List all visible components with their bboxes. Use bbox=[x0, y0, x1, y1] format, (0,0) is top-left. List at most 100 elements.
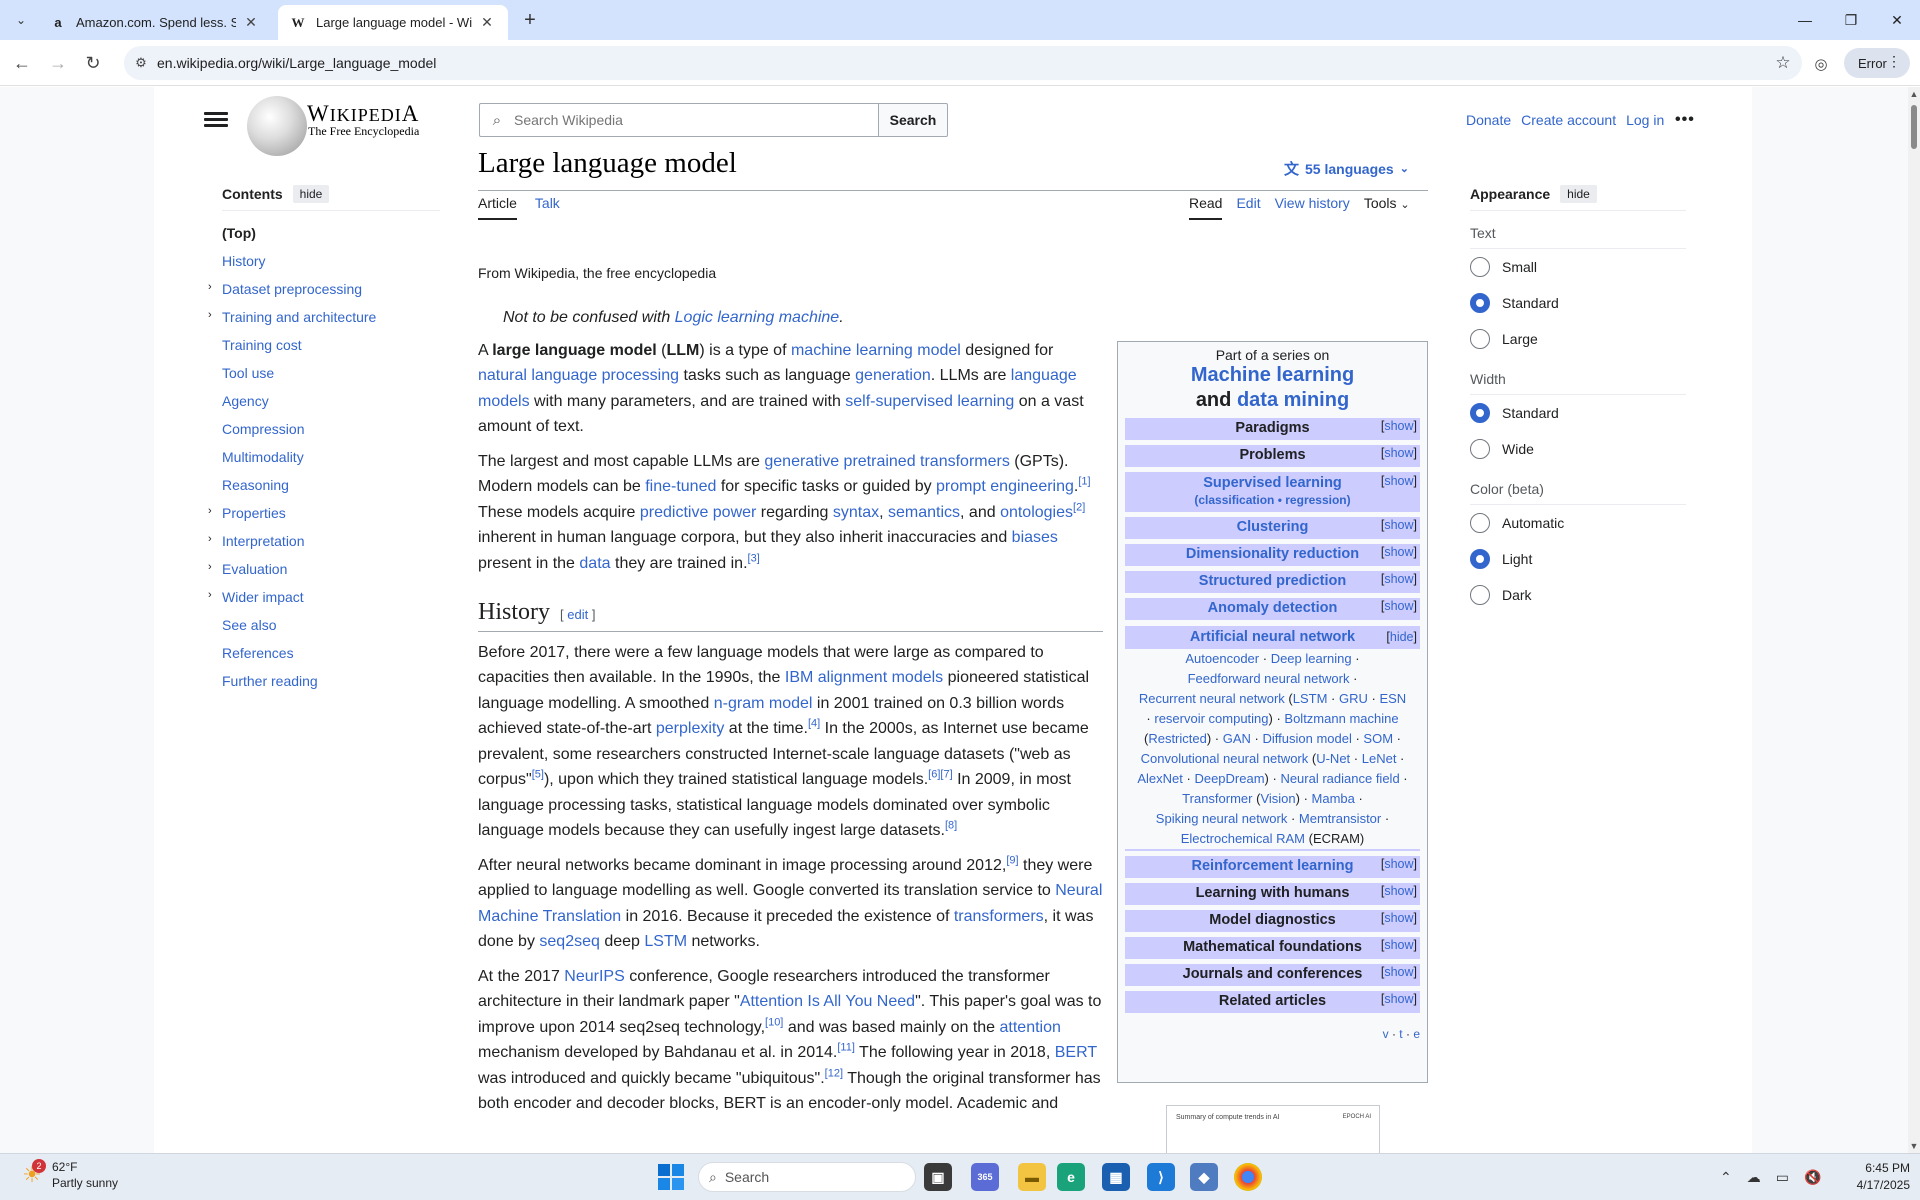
scrollbar-thumb[interactable] bbox=[1911, 105, 1917, 149]
toc-item[interactable]: › Interpretation bbox=[208, 533, 440, 561]
network-icon[interactable]: ▭ bbox=[1776, 1169, 1789, 1186]
link-lstm[interactable]: LSTM bbox=[644, 933, 687, 950]
link-predictive-power[interactable]: predictive power bbox=[640, 504, 757, 521]
sidebar-title-link[interactable]: data mining bbox=[1237, 389, 1349, 411]
radio-unchecked-icon[interactable] bbox=[1470, 439, 1490, 459]
show-toggle[interactable]: show bbox=[1384, 884, 1413, 898]
radio-checked-icon[interactable] bbox=[1470, 403, 1490, 423]
expand-chevron-icon[interactable]: › bbox=[208, 309, 212, 321]
store-icon[interactable]: ▦ bbox=[1102, 1163, 1130, 1191]
sidebar-title-link[interactable]: Machine learning bbox=[1191, 364, 1354, 386]
radio-unchecked-icon[interactable] bbox=[1470, 513, 1490, 533]
toc-item-label[interactable]: Multimodality bbox=[222, 449, 304, 465]
wikipedia-globe-logo[interactable] bbox=[247, 96, 307, 156]
error-menu-button[interactable]: Error ⋮ bbox=[1844, 48, 1910, 78]
search-button[interactable]: Search bbox=[878, 103, 948, 137]
clock[interactable]: 6:45 PM 4/17/2025 bbox=[1836, 1160, 1910, 1194]
toc-item[interactable]: Multimodality bbox=[222, 449, 440, 477]
ann-link[interactable]: U-Net bbox=[1316, 751, 1350, 766]
address-bar[interactable]: ⚙ en.wikipedia.org/wiki/Large_language_m… bbox=[124, 46, 1802, 80]
sidebar-row[interactable]: Dimensionality reduction [show] bbox=[1125, 544, 1420, 566]
link-attention-paper[interactable]: Attention Is All You Need bbox=[740, 993, 915, 1010]
radio-option[interactable]: Automatic bbox=[1470, 505, 1686, 541]
link-semantics[interactable]: semantics bbox=[888, 504, 960, 521]
ann-link[interactable]: Memtransistor bbox=[1299, 811, 1381, 826]
ann-link[interactable]: SOM bbox=[1363, 731, 1393, 746]
link-fine-tuned[interactable]: fine-tuned bbox=[645, 478, 716, 495]
browser-tab-wikipedia[interactable]: W Large language model - Wikipedia ✕ bbox=[278, 5, 508, 40]
appearance-hide-button[interactable]: hide bbox=[1560, 185, 1597, 203]
tab-search-chevron-icon[interactable]: ⌄ bbox=[8, 8, 34, 32]
browser-tab-amazon[interactable]: a Amazon.com. Spend less. Smile more. ✕ bbox=[38, 5, 272, 40]
link-attention[interactable]: attention bbox=[1000, 1019, 1061, 1036]
toc-item-label[interactable]: Interpretation bbox=[222, 533, 305, 549]
login-link[interactable]: Log in bbox=[1626, 112, 1664, 128]
edit-template-link[interactable]: e bbox=[1413, 1027, 1420, 1041]
sidebar-sub-link[interactable]: regression bbox=[1285, 493, 1346, 507]
ann-link[interactable]: Transformer bbox=[1182, 791, 1252, 806]
chrome-icon[interactable] bbox=[1234, 1163, 1262, 1191]
sidebar-row-label[interactable]: Supervised learning bbox=[1203, 475, 1342, 491]
ann-link[interactable]: Autoencoder bbox=[1185, 651, 1259, 666]
ann-link[interactable]: LSTM bbox=[1293, 691, 1328, 706]
forward-arrow-icon[interactable]: → bbox=[44, 49, 72, 77]
link-bert[interactable]: BERT bbox=[1055, 1044, 1097, 1061]
ann-link[interactable]: Mamba bbox=[1312, 791, 1355, 806]
link-neurips[interactable]: NeurIPS bbox=[564, 968, 624, 985]
main-menu-icon[interactable] bbox=[204, 109, 228, 131]
citation-link[interactable]: [7] bbox=[940, 769, 952, 781]
link-syntax[interactable]: syntax bbox=[833, 504, 879, 521]
create-account-link[interactable]: Create account bbox=[1521, 112, 1616, 128]
expand-chevron-icon[interactable]: › bbox=[208, 281, 212, 293]
citation-link[interactable]: [8] bbox=[945, 820, 957, 832]
ann-link[interactable]: Electrochemical RAM bbox=[1181, 831, 1305, 846]
new-tab-plus-icon[interactable]: + bbox=[516, 8, 544, 32]
radio-option[interactable]: Small bbox=[1470, 249, 1686, 285]
citation-link[interactable]: [2] bbox=[1073, 501, 1085, 513]
ann-link[interactable]: Spiking neural network bbox=[1156, 811, 1288, 826]
tab-tools[interactable]: Tools ⌄ bbox=[1364, 195, 1410, 220]
show-toggle[interactable]: show bbox=[1384, 572, 1413, 586]
tab-talk[interactable]: Talk bbox=[535, 195, 560, 220]
sidebar-row-label[interactable]: Clustering bbox=[1237, 519, 1309, 535]
citation-link[interactable]: [4] bbox=[808, 718, 820, 730]
donate-link[interactable]: Donate bbox=[1466, 112, 1511, 128]
ann-link[interactable]: AlexNet bbox=[1137, 771, 1183, 786]
ann-link[interactable]: Neural radiance field bbox=[1280, 771, 1399, 786]
sidebar-row[interactable]: Reinforcement learning [show] bbox=[1125, 856, 1420, 878]
tab-edit[interactable]: Edit bbox=[1236, 195, 1260, 220]
ann-link[interactable]: GRU bbox=[1339, 691, 1368, 706]
hide-toggle[interactable]: hide bbox=[1390, 630, 1414, 644]
volume-muted-icon[interactable]: 🔇 bbox=[1804, 1169, 1821, 1186]
bookmark-star-icon[interactable]: ☆ bbox=[1772, 52, 1794, 74]
section-edit-link[interactable]: edit bbox=[567, 607, 588, 622]
link-prompt-engineering[interactable]: prompt engineering bbox=[936, 478, 1074, 495]
toc-item-label[interactable]: References bbox=[222, 645, 294, 661]
back-arrow-icon[interactable]: ← bbox=[8, 49, 36, 77]
citation-link[interactable]: [12] bbox=[825, 1067, 843, 1079]
show-toggle[interactable]: show bbox=[1384, 446, 1413, 460]
minimize-icon[interactable]: — bbox=[1782, 0, 1828, 40]
radio-option[interactable]: Standard bbox=[1470, 395, 1686, 431]
expand-chevron-icon[interactable]: › bbox=[208, 533, 212, 545]
sidebar-row[interactable]: Model diagnostics [show] bbox=[1125, 910, 1420, 932]
sidebar-row[interactable]: Anomaly detection [show] bbox=[1125, 598, 1420, 620]
sidebar-row[interactable]: Learning with humans [show] bbox=[1125, 883, 1420, 905]
show-toggle[interactable]: show bbox=[1384, 938, 1413, 952]
toc-item-label[interactable]: Training cost bbox=[222, 337, 302, 353]
link-ngram[interactable]: n-gram model bbox=[714, 695, 813, 712]
citation-link[interactable]: [1] bbox=[1078, 476, 1090, 488]
ann-link[interactable]: Deep learning bbox=[1271, 651, 1352, 666]
sidebar-row[interactable]: Paradigms [show] bbox=[1125, 418, 1420, 440]
radio-checked-icon[interactable] bbox=[1470, 293, 1490, 313]
view-template-link[interactable]: v bbox=[1383, 1027, 1389, 1041]
toc-item[interactable]: › Evaluation bbox=[208, 561, 440, 589]
ann-link[interactable]: LeNet bbox=[1362, 751, 1397, 766]
ann-link[interactable]: Vision bbox=[1260, 791, 1295, 806]
toc-item[interactable]: › Wider impact bbox=[208, 589, 440, 617]
toc-item-label[interactable]: Wider impact bbox=[222, 589, 304, 605]
radio-option[interactable]: Wide bbox=[1470, 431, 1686, 467]
toc-item[interactable]: (Top) bbox=[222, 225, 440, 253]
scroll-up-arrow-icon[interactable]: ▲ bbox=[1908, 89, 1920, 99]
toc-hide-button[interactable]: hide bbox=[292, 185, 330, 203]
